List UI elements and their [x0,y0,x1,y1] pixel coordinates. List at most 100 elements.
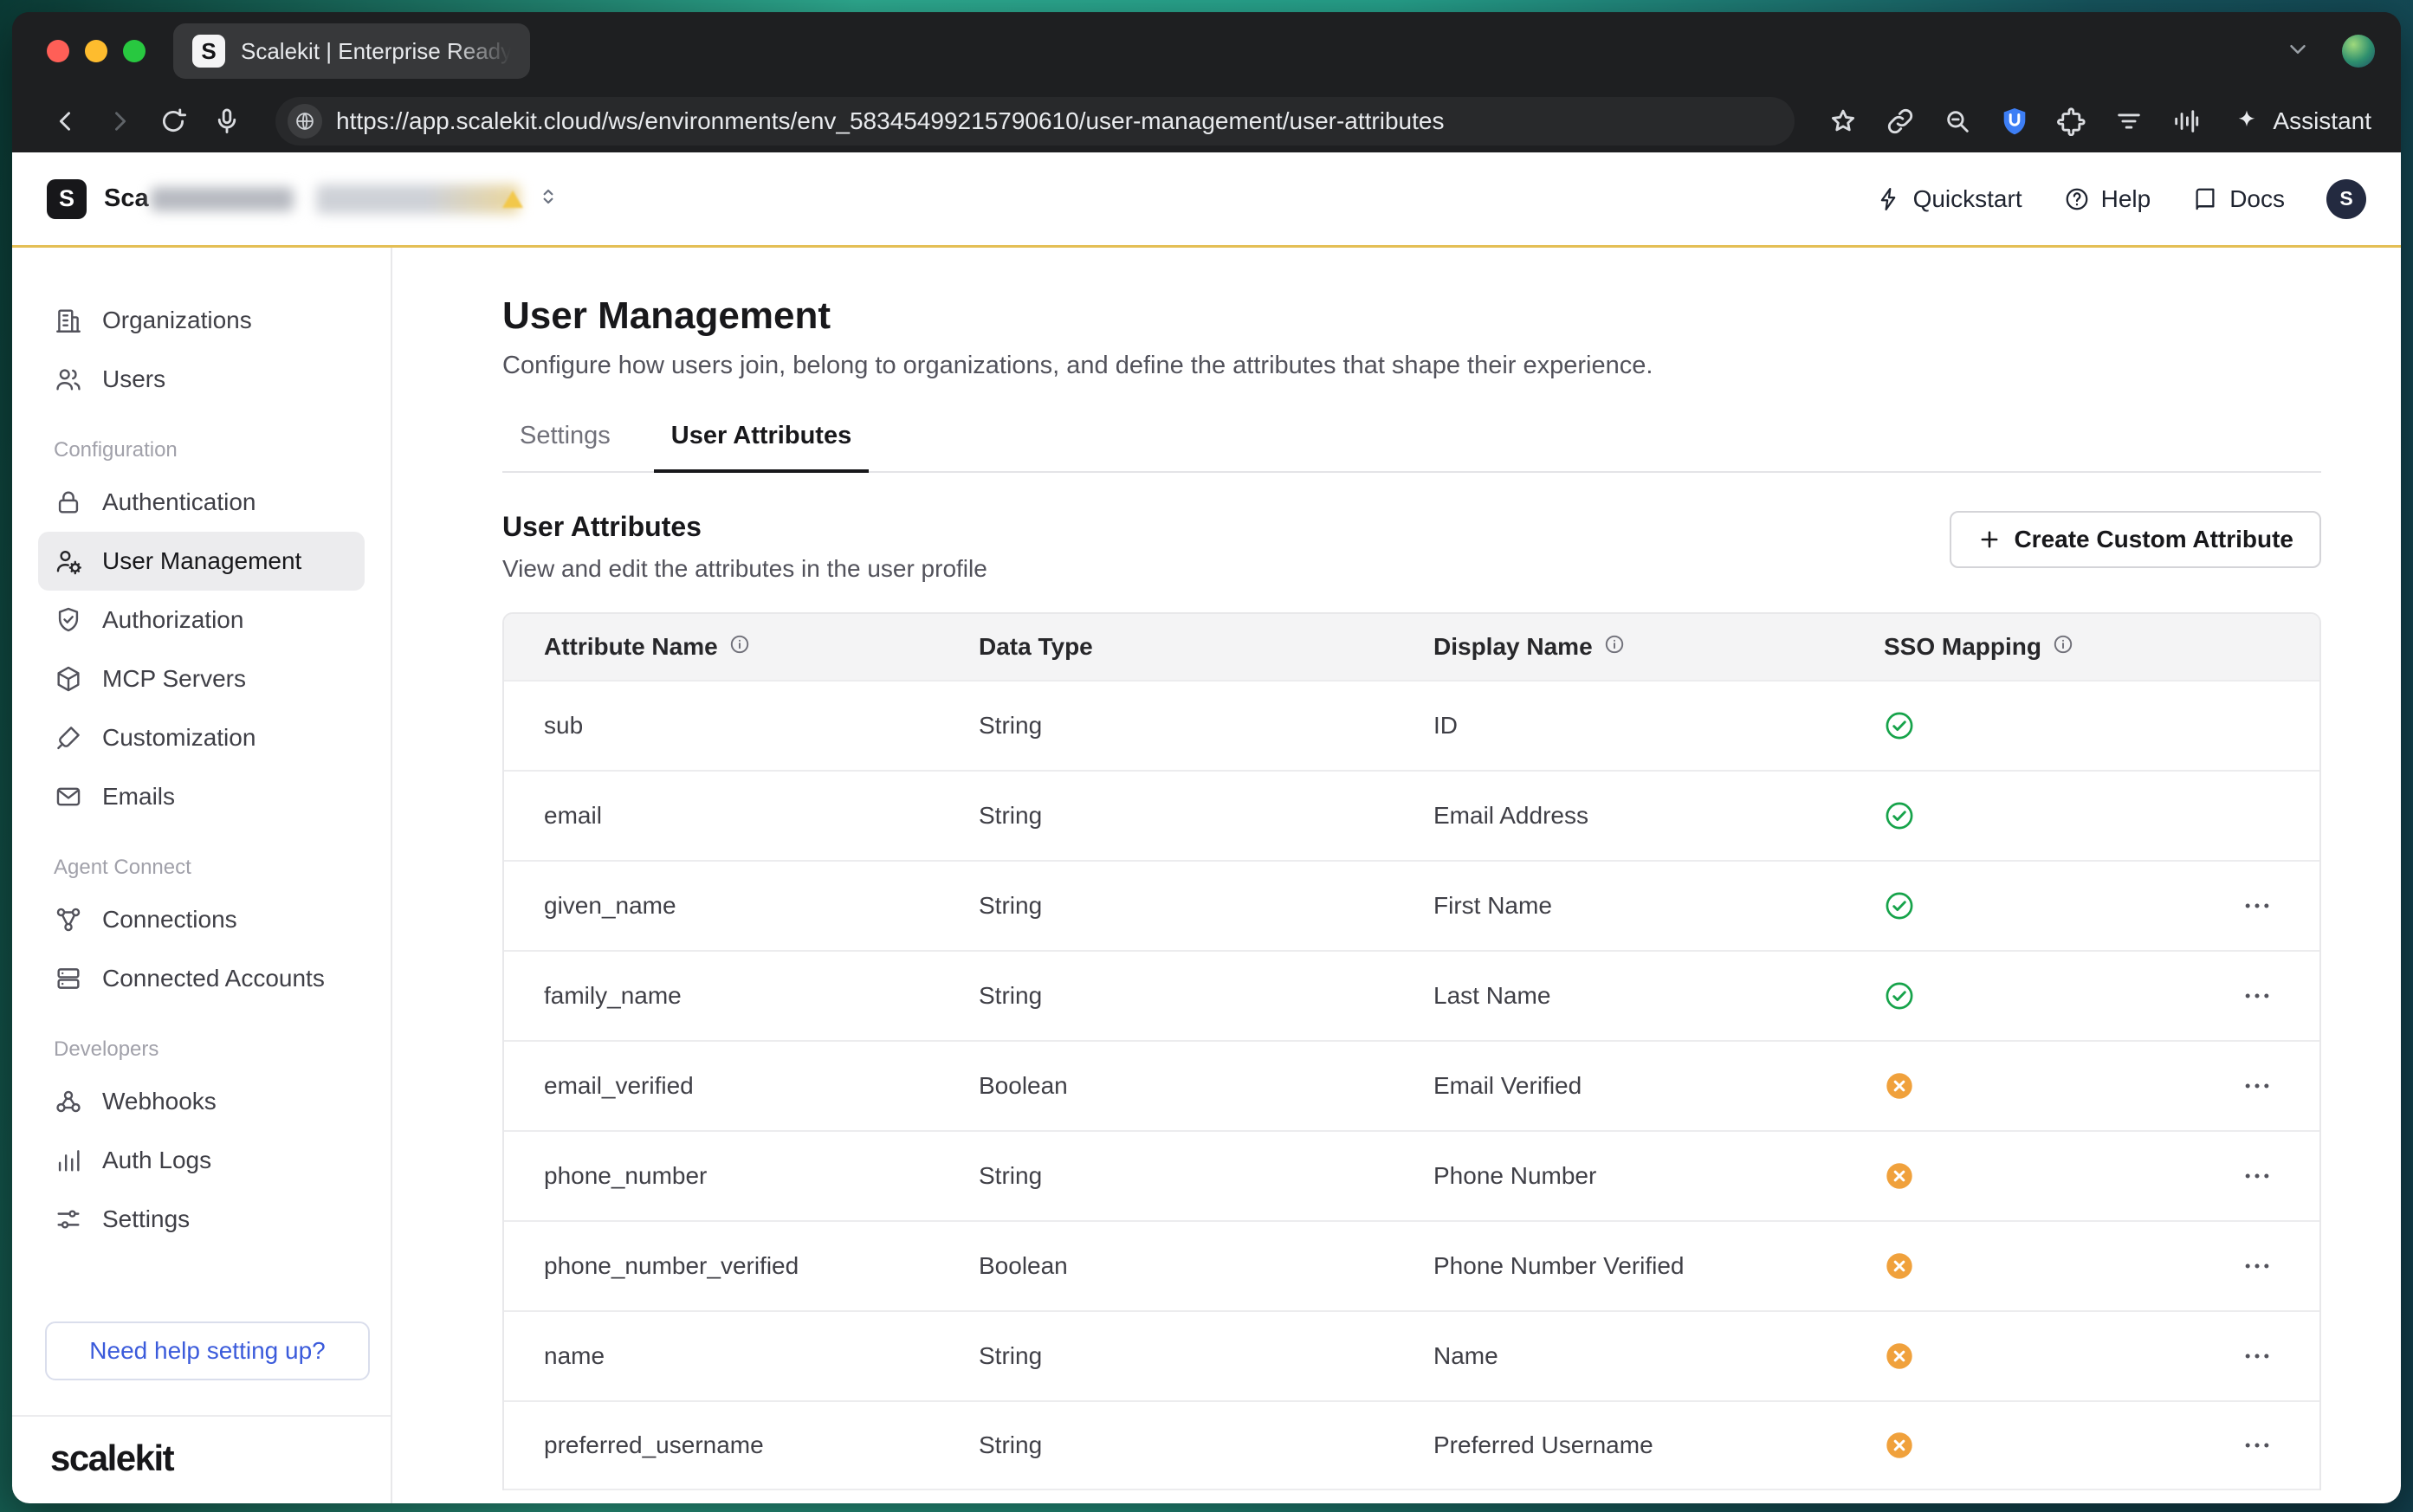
display-name-cell: Phone Number [1394,1162,1844,1190]
redacted-environment-selector[interactable] [316,184,520,214]
back-button[interactable] [42,97,90,145]
copy-link-icon[interactable] [1876,97,1925,145]
adblock-shield-icon[interactable] [1990,97,2039,145]
browser-window: S Scalekit | Enterprise Ready A [12,12,2401,1503]
shield-check-icon [54,605,83,635]
sidebar-item-connections[interactable]: Connections [38,890,365,949]
column-attribute-name: Attribute Name [504,633,939,662]
sidebar-item-customization[interactable]: Customization [38,708,365,767]
attribute-name-cell: email [504,802,939,830]
row-actions-menu-button[interactable] [2240,888,2274,923]
address-bar[interactable]: https://app.scalekit.cloud/ws/environmen… [275,97,1795,145]
assistant-button[interactable]: Assistant [2233,107,2371,135]
envelope-icon [54,782,83,811]
sidebar-item-settings[interactable]: Settings [38,1190,365,1249]
info-icon[interactable] [1603,633,1626,662]
extensions-puzzle-icon[interactable] [2047,97,2096,145]
tab-settings[interactable]: Settings [502,422,628,471]
assistant-label: Assistant [2273,107,2371,135]
lock-icon [54,488,83,517]
sidebar-item-auth-logs[interactable]: Auth Logs [38,1131,365,1190]
sso-mapping-cell [1844,1339,2319,1373]
attribute-name-cell: sub [504,712,939,740]
table-row: family_name String Last Name [504,950,2319,1040]
column-display-name: Display Name [1394,633,1844,662]
data-type-cell: Boolean [939,1252,1394,1280]
need-help-button[interactable]: Need help setting up? [45,1321,370,1380]
row-actions-menu-button[interactable] [2240,1339,2274,1373]
data-type-cell: Boolean [939,1072,1394,1100]
quickstart-button[interactable]: Quickstart [1876,185,2022,213]
docs-button[interactable]: Docs [2192,185,2285,213]
find-in-page-icon[interactable] [1933,97,1982,145]
browser-toolbar: https://app.scalekit.cloud/ws/environmen… [12,90,2401,152]
browser-profile-avatar[interactable] [2342,35,2375,68]
cube-icon [54,664,83,694]
attribute-name-cell: email_verified [504,1072,939,1100]
section-description: View and edit the attributes in the user… [502,555,987,583]
minimize-window-button[interactable] [85,40,107,62]
book-icon [2192,186,2218,212]
data-type-cell: String [939,892,1394,920]
tab-list-chevron-icon[interactable] [2285,36,2311,67]
bookmark-star-icon[interactable] [1819,97,1867,145]
forward-button[interactable] [95,97,144,145]
info-icon[interactable] [2052,633,2074,662]
attribute-name-cell: phone_number_verified [504,1252,939,1280]
attributes-table-header: Attribute Name Data Type Display Name [504,614,2319,680]
microphone-icon[interactable] [203,97,251,145]
sso-mapped-check-icon [1884,800,1915,831]
display-name-cell: Last Name [1394,982,1844,1010]
sidebar-item-organizations[interactable]: Organizations [38,291,365,350]
attribute-name-cell: given_name [504,892,939,920]
row-actions-menu-button[interactable] [2240,1428,2274,1463]
ellipsis-icon [2240,1069,2274,1103]
sso-mapping-cell [1844,888,2319,923]
table-row: email_verified Boolean Email Verified [504,1040,2319,1130]
sidebar-group-developers: Developers [54,1037,349,1062]
stacked-cards-icon [54,964,83,993]
sidebar-group-agent-connect: Agent Connect [54,856,349,880]
sso-not-mapped-x-icon [1884,1070,1915,1102]
sso-mapping-cell [1844,1428,2319,1463]
help-button[interactable]: Help [2064,185,2151,213]
sidebar-item-users[interactable]: Users [38,350,365,409]
sso-not-mapped-x-icon [1884,1160,1915,1192]
tab-user-attributes[interactable]: User Attributes [654,422,869,473]
row-actions-menu-button[interactable] [2240,1249,2274,1283]
filter-lines-icon[interactable] [2105,97,2153,145]
sidebar-item-emails[interactable]: Emails [38,767,365,826]
sidebar-item-mcp-servers[interactable]: MCP Servers [38,649,365,708]
scalekit-logo: S [47,179,87,219]
data-type-cell: String [939,1342,1394,1370]
user-avatar[interactable]: S [2326,179,2366,219]
tab-bar: Settings User Attributes [502,422,2321,473]
table-row: given_name String First Name [504,860,2319,950]
sso-not-mapped-x-icon [1884,1430,1915,1461]
row-actions-menu-button[interactable] [2240,1159,2274,1193]
ellipsis-icon [2240,979,2274,1013]
environment-switcher-chevron-icon[interactable] [537,185,560,212]
info-icon[interactable] [728,633,751,662]
attributes-table: Attribute Name Data Type Display Name [502,612,2321,1490]
row-actions-menu-button[interactable] [2240,1069,2274,1103]
sidebar-item-webhooks[interactable]: Webhooks [38,1072,365,1131]
row-actions-menu-button[interactable] [2240,979,2274,1013]
sidebar-item-user-management[interactable]: User Management [38,532,365,591]
create-custom-attribute-button[interactable]: Create Custom Attribute [1950,511,2321,568]
redacted-workspace-name [151,187,294,211]
brush-icon [54,723,83,753]
sidebar-item-connected-accounts[interactable]: Connected Accounts [38,949,365,1008]
sidebar-item-authorization[interactable]: Authorization [38,591,365,649]
zoom-window-button[interactable] [123,40,146,62]
sso-mapping-cell [1844,1249,2319,1283]
close-window-button[interactable] [47,40,69,62]
sso-mapping-cell [1844,798,2319,833]
browser-tab[interactable]: S Scalekit | Enterprise Ready A [173,23,530,79]
reload-button[interactable] [149,97,197,145]
sidebar-item-authentication[interactable]: Authentication [38,473,365,532]
data-type-cell: String [939,802,1394,830]
site-globe-icon [288,104,322,139]
ellipsis-icon [2240,1428,2274,1463]
activity-bars-icon[interactable] [2162,97,2210,145]
